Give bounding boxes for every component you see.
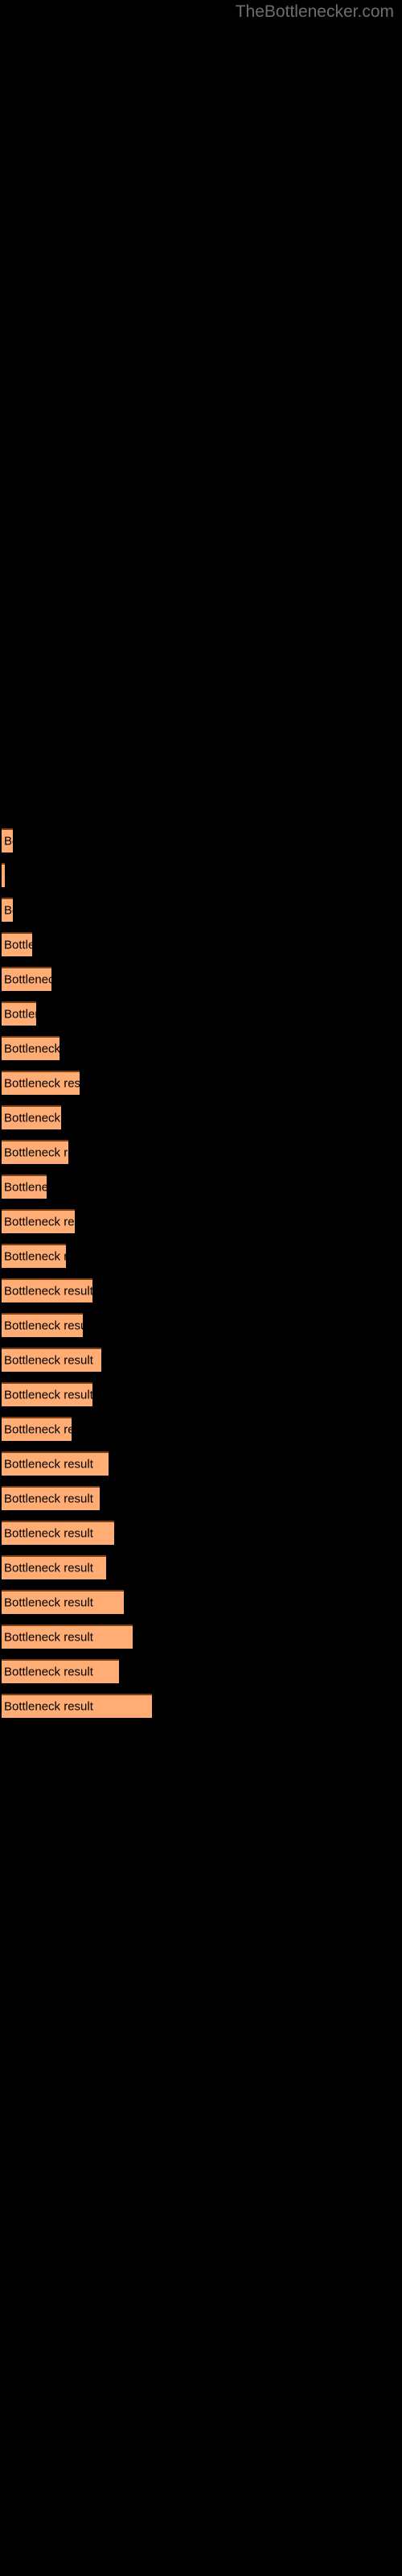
bar-label: Bottleneck result xyxy=(4,1457,93,1472)
bar-label: Bottleneck result xyxy=(4,1526,93,1541)
chart-bar[interactable]: Bottleneck result xyxy=(2,1521,114,1545)
bar-label: Bottleneck result xyxy=(4,1422,72,1437)
chart-bar[interactable]: Bottleneck result xyxy=(2,1313,83,1337)
chart-bar[interactable]: Bottleneck result xyxy=(2,1624,133,1649)
chart-bar[interactable]: Bottleneck result xyxy=(2,1036,59,1060)
chart-bar[interactable]: Bottleneck result xyxy=(2,1071,80,1095)
bar-label: Bottleneck result xyxy=(4,1561,93,1575)
chart-bar[interactable]: Bottleneck result xyxy=(2,967,51,991)
chart-bar[interactable]: Bottleneck result xyxy=(2,1244,66,1268)
chart-bar[interactable]: Bottleneck result xyxy=(2,1174,47,1199)
bar-label: Bottleneck result xyxy=(4,834,13,848)
chart-bar[interactable]: Bottleneck result xyxy=(2,1209,75,1233)
bar-label: Bottleneck result xyxy=(4,1665,93,1679)
bar-label: Bottleneck result xyxy=(4,972,51,987)
chart-bar[interactable]: Bottleneck result xyxy=(2,898,13,922)
bar-label: Bottleneck result xyxy=(4,1699,93,1714)
chart-bar[interactable]: Bottleneck result xyxy=(2,1001,36,1026)
bar-label: Bottleneck result xyxy=(4,1249,66,1264)
chart-bar[interactable]: Bottleneck result xyxy=(2,1348,101,1372)
chart-bar[interactable]: Bottleneck result xyxy=(2,1105,61,1129)
bar-label: Bottleneck result xyxy=(4,869,5,883)
bar-label: Bottleneck result xyxy=(4,1596,93,1610)
chart-bar[interactable]: Bottleneck result xyxy=(2,1555,106,1579)
chart-bar[interactable]: Bottleneck result xyxy=(2,1694,152,1718)
chart-bar[interactable]: Bottleneck result xyxy=(2,1140,68,1164)
chart-bar[interactable]: Bottleneck result xyxy=(2,828,13,852)
bar-label: Bottleneck result xyxy=(4,1284,92,1298)
chart-bar[interactable]: Bottleneck result xyxy=(2,1590,124,1614)
chart-bar[interactable]: Bottleneck result xyxy=(2,1417,72,1441)
bar-label: Bottleneck result xyxy=(4,1215,75,1229)
chart-bar[interactable]: Bottleneck result xyxy=(2,1382,92,1406)
chart-bar[interactable]: Bottleneck result xyxy=(2,932,32,956)
chart-bar[interactable]: Bottleneck result xyxy=(2,1451,109,1476)
bar-label: Bottleneck result xyxy=(4,903,13,918)
bar-label: Bottleneck result xyxy=(4,1007,36,1022)
bar-label: Bottleneck result xyxy=(4,1042,59,1056)
bar-label: Bottleneck result xyxy=(4,1076,80,1091)
bar-label: Bottleneck result xyxy=(4,1319,83,1333)
bar-label: Bottleneck result xyxy=(4,1388,92,1402)
bar-label: Bottleneck result xyxy=(4,1630,93,1645)
chart-bar[interactable]: Bottleneck result xyxy=(2,1659,119,1683)
bar-label: Bottleneck result xyxy=(4,1353,93,1368)
chart-bar[interactable]: Bottleneck result xyxy=(2,1486,100,1510)
bar-label: Bottleneck result xyxy=(4,1111,61,1125)
bar-label: Bottleneck result xyxy=(4,1180,47,1195)
chart-bar[interactable]: Bottleneck result xyxy=(2,1278,92,1302)
bar-label: Bottleneck result xyxy=(4,938,32,952)
bar-label: Bottleneck result xyxy=(4,1492,93,1506)
chart-bar[interactable]: Bottleneck result xyxy=(2,863,5,887)
bar-label: Bottleneck result xyxy=(4,1146,68,1160)
bottleneck-bar-chart: Bottleneck result Bottleneck result Bottle… xyxy=(0,0,402,2576)
